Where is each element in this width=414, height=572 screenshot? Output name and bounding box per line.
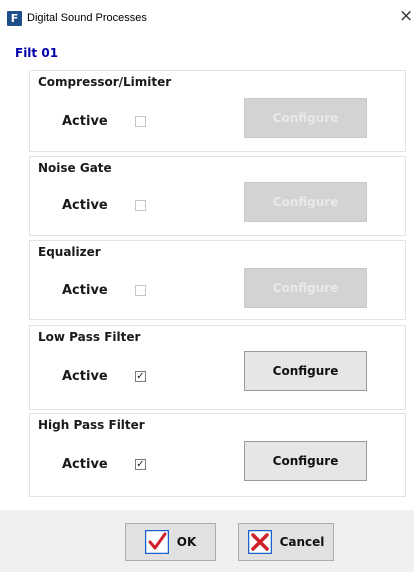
configure-button[interactable]: Configure: [244, 182, 367, 222]
group-title: Compressor/Limiter: [38, 75, 172, 89]
configure-button[interactable]: Configure: [244, 351, 367, 391]
title-bar: F Digital Sound Processes ×: [0, 0, 414, 36]
checkmark-icon: [144, 530, 169, 554]
ok-label: OK: [176, 535, 197, 549]
active-label: Active: [62, 114, 108, 129]
configure-button[interactable]: Configure: [244, 268, 367, 308]
active-label: Active: [62, 457, 108, 472]
group-title: Noise Gate: [38, 161, 112, 175]
active-label: Active: [62, 198, 108, 213]
group-compressor-limiter: Compressor/Limiter Active Configure: [29, 70, 406, 152]
group-low-pass-filter: Low Pass Filter Active ✓ Configure: [29, 325, 406, 410]
group-equalizer: Equalizer Active Configure: [29, 240, 406, 320]
group-title: High Pass Filter: [38, 418, 145, 432]
app-icon: F: [7, 11, 22, 26]
ok-button[interactable]: OK: [125, 523, 216, 561]
group-title: Equalizer: [38, 245, 101, 259]
active-checkbox[interactable]: ✓: [135, 459, 146, 470]
active-label: Active: [62, 369, 108, 384]
x-icon: [247, 530, 272, 554]
active-label: Active: [62, 283, 108, 298]
active-checkbox[interactable]: [135, 116, 146, 127]
cancel-button[interactable]: Cancel: [238, 523, 334, 561]
active-checkbox[interactable]: ✓: [135, 371, 146, 382]
group-title: Low Pass Filter: [38, 330, 141, 344]
cancel-label: Cancel: [279, 535, 325, 549]
configure-button[interactable]: Configure: [244, 98, 367, 138]
active-checkbox[interactable]: [135, 285, 146, 296]
window-title: Digital Sound Processes: [27, 12, 147, 24]
group-high-pass-filter: High Pass Filter Active ✓ Configure: [29, 413, 406, 497]
active-checkbox[interactable]: [135, 200, 146, 211]
filter-name: Filt 01: [15, 46, 59, 60]
configure-button[interactable]: Configure: [244, 441, 367, 481]
close-icon[interactable]: ×: [399, 8, 413, 25]
group-noise-gate: Noise Gate Active Configure: [29, 156, 406, 236]
